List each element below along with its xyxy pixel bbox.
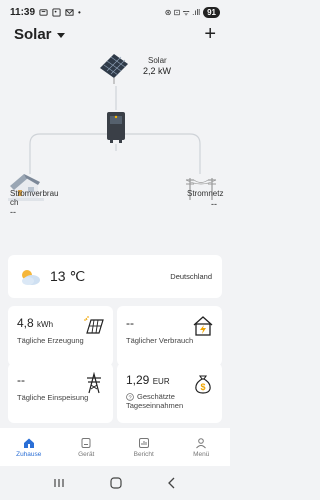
grid-label: Stromnetz: [187, 189, 224, 198]
status-bar: 11:39 • ⊛ ⊡ ᯤ .ıll 91: [0, 0, 230, 24]
system-navigation-bar: [0, 466, 230, 500]
solar-label: Solar: [148, 56, 167, 65]
daily-generation-unit: kWh: [37, 320, 54, 329]
battery-badge: 91: [203, 6, 220, 18]
home-label: Stromverbrauch: [10, 189, 59, 207]
chevron-down-icon: [56, 32, 65, 38]
tab-report-label: Bericht: [133, 450, 154, 458]
svg-text:$: $: [200, 382, 205, 392]
recent-apps-icon[interactable]: [52, 477, 66, 489]
info-icon[interactable]: ?: [126, 393, 134, 401]
energy-flow-diagram[interactable]: Solar 2,2 kW Stromverbrauch -- Stromnetz…: [0, 46, 230, 246]
home-value: --: [10, 207, 16, 217]
daily-feed-in-label: Tägliche Einspeisung: [17, 393, 89, 402]
estimated-income-unit: EUR: [152, 377, 170, 386]
weather-temperature: 13 ℃: [50, 268, 86, 284]
mail-icon: [65, 8, 74, 16]
daily-consumption-label: Täglicher Verbrauch: [126, 336, 194, 345]
money-bag-icon: $: [195, 375, 211, 394]
estimated-income-label-2: Tageseinnahmen: [126, 401, 184, 410]
daily-generation-card[interactable]: 4,8 kWh Tägliche Erzeugung: [8, 306, 113, 366]
power-tower-icon: [87, 372, 101, 394]
solar-value: 2,2 kW: [143, 66, 172, 76]
solar-panel-icon: [100, 54, 128, 84]
tab-device-label: Gerät: [78, 450, 95, 458]
daily-generation-label: Tägliche Erzeugung: [17, 336, 84, 345]
user-icon: [196, 437, 207, 448]
more-notifications-icon: •: [78, 7, 81, 17]
notification-icon: [39, 8, 48, 16]
header: Solar +: [0, 22, 230, 46]
tab-menu-label: Menü: [193, 450, 210, 458]
tab-device[interactable]: Gerät: [58, 428, 116, 466]
tab-report[interactable]: Bericht: [115, 428, 173, 466]
daily-generation-value: 4,8: [17, 316, 34, 330]
inverter-icon: [107, 112, 125, 143]
estimated-income-value: 1,29: [126, 373, 150, 387]
status-icons: ⊛ ⊡ ᯤ .ıll: [164, 7, 201, 17]
house-energy-icon: [193, 316, 213, 336]
status-time: 11:39: [10, 6, 36, 18]
plant-selector[interactable]: Solar: [14, 26, 65, 43]
tab-home-label: Zuhause: [16, 450, 42, 458]
device-icon: [81, 437, 91, 448]
tab-menu[interactable]: Menü: [173, 428, 231, 466]
solar-panel-small-icon: [84, 316, 104, 334]
estimated-income-label-1: Geschätzte: [137, 392, 175, 401]
weather-card[interactable]: 13 ℃ Deutschland: [8, 255, 222, 298]
gallery-icon: [52, 7, 61, 17]
back-icon[interactable]: [166, 477, 178, 489]
weather-location: Deutschland: [170, 272, 212, 281]
estimated-income-card[interactable]: 1,29 EUR ? Geschätzte Tageseinnahmen $: [117, 363, 222, 423]
grid-value: --: [211, 199, 217, 209]
home-icon: [23, 438, 34, 448]
report-icon: [138, 437, 149, 448]
page-title: Solar: [14, 25, 52, 43]
add-button[interactable]: +: [204, 24, 216, 44]
daily-consumption-card[interactable]: -- Täglicher Verbrauch: [117, 306, 222, 366]
partly-cloudy-icon: [22, 269, 40, 285]
bottom-tab-bar: Zuhause Gerät Bericht Menü: [0, 428, 230, 466]
daily-feed-in-card[interactable]: -- Tägliche Einspeisung: [8, 363, 113, 423]
home-button-icon[interactable]: [109, 476, 123, 490]
tab-home[interactable]: Zuhause: [0, 428, 58, 466]
